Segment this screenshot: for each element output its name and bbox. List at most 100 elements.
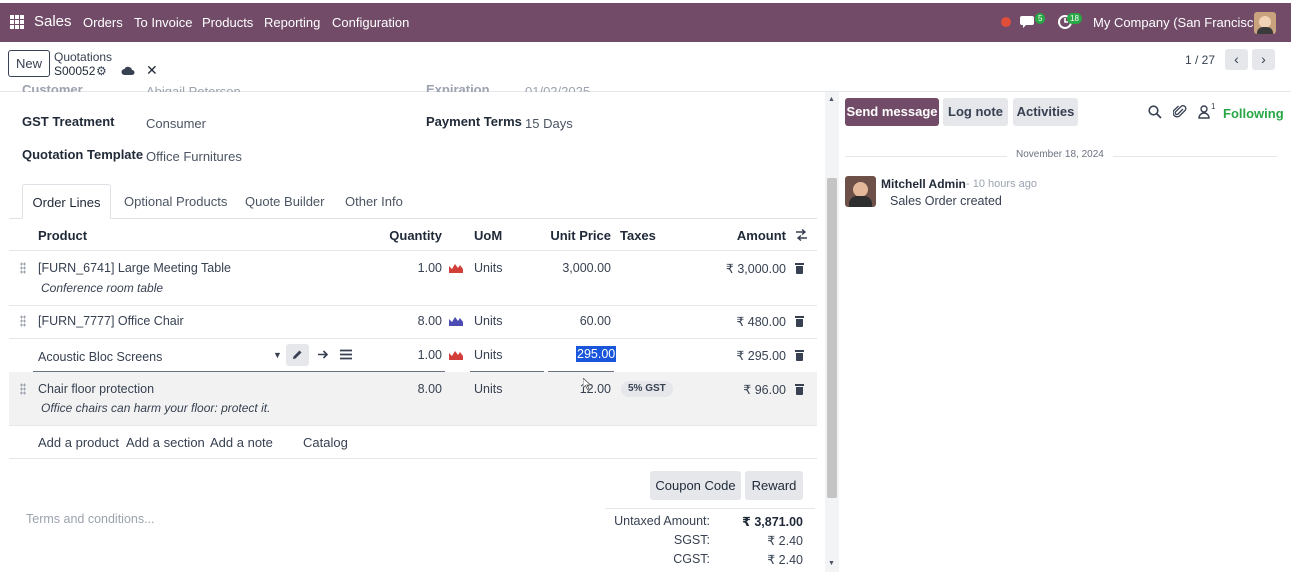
tab-optional-products[interactable]: Optional Products	[124, 184, 227, 219]
col-header-uom[interactable]: UoM	[474, 228, 502, 243]
row-uom[interactable]: Units	[474, 314, 502, 328]
pager-previous-button[interactable]: ‹	[1225, 49, 1248, 70]
edit-product-button[interactable]	[286, 344, 309, 366]
chatter-panel	[839, 92, 1291, 572]
tab-order-lines[interactable]: Order Lines	[22, 184, 111, 219]
row-description[interactable]: Conference room table	[41, 281, 163, 295]
schedule-activities-button[interactable]: Activities	[1013, 98, 1078, 126]
menu-products[interactable]: Products	[202, 15, 253, 30]
tax-badge[interactable]: 5% GST	[621, 381, 673, 397]
menu-reporting[interactable]: Reporting	[264, 15, 320, 30]
apps-menu-icon[interactable]	[10, 15, 24, 29]
row-unit-price[interactable]: 12.00	[540, 382, 611, 396]
form-scrollbar[interactable]: ▲ ▼	[825, 92, 839, 572]
row-quantity[interactable]: 8.00	[380, 382, 442, 396]
drag-handle-icon[interactable]	[20, 315, 26, 327]
reward-button[interactable]: Reward	[745, 471, 803, 500]
row-uom[interactable]: Units	[474, 382, 502, 396]
scroll-up-arrow-icon[interactable]: ▲	[828, 96, 835, 103]
log-note-button[interactable]: Log note	[943, 98, 1008, 126]
company-switcher[interactable]: My Company (San Francisco)	[1093, 15, 1265, 30]
forecast-chart-icon[interactable]	[449, 316, 463, 326]
payment-terms-field[interactable]: 15 Days	[525, 116, 573, 131]
delete-line-trash-icon[interactable]	[795, 350, 804, 361]
row-uom[interactable]: Units	[474, 348, 502, 362]
optional-columns-toggle-icon[interactable]	[795, 229, 808, 241]
tab-quote-builder[interactable]: Quote Builder	[245, 184, 325, 219]
col-header-taxes[interactable]: Taxes	[620, 228, 656, 243]
add-product-link[interactable]: Add a product	[38, 435, 119, 450]
tab-other-info[interactable]: Other Info	[345, 184, 403, 219]
payment-terms-label: Payment Terms	[426, 114, 522, 129]
open-record-arrow-icon[interactable]	[317, 349, 329, 360]
top-navbar: Sales Orders To Invoice Products Reporti…	[0, 3, 1291, 42]
save-cloud-icon[interactable]	[121, 65, 135, 76]
row-amount: ₹ 480.00	[736, 315, 786, 329]
row-amount: ₹ 295.00	[736, 349, 786, 363]
row-product[interactable]: Chair floor protection	[38, 382, 154, 396]
delete-line-trash-icon[interactable]	[795, 263, 804, 274]
drag-handle-icon[interactable]	[20, 262, 26, 274]
row-quantity[interactable]: 1.00	[380, 261, 442, 275]
quotation-template-field[interactable]: Office Furnitures	[146, 149, 242, 164]
row-unit-price[interactable]: 3,000.00	[540, 261, 611, 275]
table-row[interactable]	[9, 372, 817, 425]
cgst-value: ₹ 2.40	[767, 553, 803, 567]
scroll-down-arrow-icon[interactable]: ▼	[828, 560, 835, 567]
followers-icon[interactable]	[1198, 105, 1210, 119]
send-message-button[interactable]: Send message	[845, 98, 939, 126]
delete-line-trash-icon[interactable]	[795, 316, 804, 327]
delete-line-trash-icon[interactable]	[795, 384, 804, 395]
row-description[interactable]: Office chairs can harm your floor: prote…	[41, 401, 270, 415]
pager-value[interactable]: 1 / 27	[1185, 53, 1215, 67]
untaxed-amount-label: Untaxed Amount:	[614, 514, 710, 528]
messages-badge: 5	[1035, 13, 1046, 24]
breadcrumb-quotations[interactable]: Quotations	[54, 50, 112, 64]
sgst-value: ₹ 2.40	[767, 534, 803, 548]
table-bottom-separator	[9, 458, 817, 459]
attachment-paperclip-icon[interactable]	[1173, 104, 1187, 119]
coupon-code-button[interactable]: Coupon Code	[650, 471, 741, 500]
row-product[interactable]: [FURN_7777] Office Chair	[38, 314, 184, 328]
drag-handle-icon[interactable]	[20, 383, 26, 395]
dropdown-caret-icon[interactable]: ▼	[273, 350, 282, 360]
search-icon[interactable]	[1148, 105, 1162, 119]
following-button[interactable]: Following	[1223, 106, 1284, 121]
row-product[interactable]: [FURN_6741] Large Meeting Table	[38, 261, 231, 275]
terms-and-conditions-field[interactable]: Terms and conditions...	[26, 512, 155, 526]
catalog-link[interactable]: Catalog	[303, 435, 348, 450]
add-note-link[interactable]: Add a note	[210, 435, 273, 450]
col-header-quantity[interactable]: Quantity	[372, 228, 442, 243]
author-avatar[interactable]	[845, 176, 876, 207]
forecast-chart-icon[interactable]	[449, 263, 463, 273]
col-header-amount[interactable]: Amount	[700, 228, 786, 243]
table-row[interactable]	[9, 251, 817, 305]
date-separator: November 18, 2024	[1007, 149, 1113, 160]
menu-configuration[interactable]: Configuration	[332, 15, 409, 30]
row-quantity[interactable]: 1.00	[380, 348, 442, 362]
col-header-product[interactable]: Product	[38, 228, 87, 243]
unit-price-input-selected[interactable]: 295.00	[576, 346, 617, 362]
add-section-link[interactable]: Add a section	[126, 435, 205, 450]
message-body: Sales Order created	[890, 194, 1002, 208]
menu-orders[interactable]: Orders	[83, 15, 123, 30]
message-author[interactable]: Mitchell Admin	[881, 177, 966, 191]
row-product-input[interactable]: Acoustic Bloc Screens	[38, 350, 162, 364]
row-unit-price[interactable]: 60.00	[540, 314, 611, 328]
gst-treatment-field[interactable]: Consumer	[146, 116, 206, 131]
discard-close-icon[interactable]: ✕	[146, 62, 158, 79]
list-menu-icon[interactable]	[340, 349, 352, 360]
pager-next-button[interactable]: ›	[1252, 49, 1275, 70]
col-header-unit-price[interactable]: Unit Price	[540, 228, 611, 243]
gear-icon[interactable]: ⚙	[96, 64, 107, 78]
user-avatar[interactable]	[1254, 12, 1276, 34]
row-quantity[interactable]: 8.00	[380, 314, 442, 328]
forecast-chart-icon[interactable]	[449, 350, 463, 360]
menu-to-invoice[interactable]: To Invoice	[134, 15, 193, 30]
app-name[interactable]: Sales	[34, 13, 72, 30]
row-uom[interactable]: Units	[474, 261, 502, 275]
recording-indicator-icon[interactable]	[1001, 17, 1011, 27]
scrollbar-thumb[interactable]	[827, 178, 837, 498]
untaxed-amount-value: ₹ 3,871.00	[742, 515, 803, 529]
new-button[interactable]: New	[8, 50, 50, 77]
